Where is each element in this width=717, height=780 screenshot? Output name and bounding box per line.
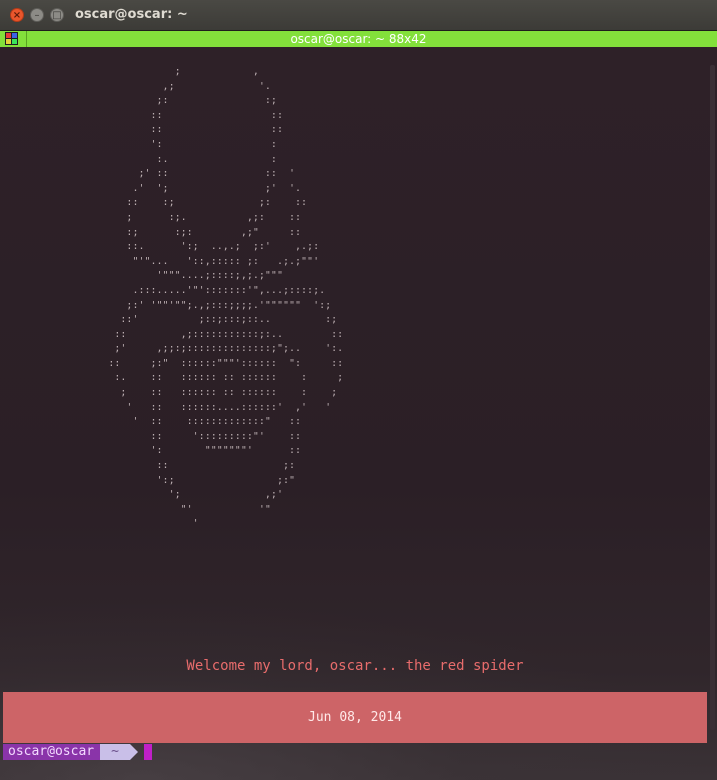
terminal-header-title: oscar@oscar: ~ 88x42 [290,32,427,46]
window-titlebar[interactable]: × – □ oscar@oscar: ~ [0,0,717,31]
minimize-icon[interactable]: – [30,8,44,22]
terminal-scrollbar[interactable] [710,65,715,730]
terminal-window: × – □ oscar@oscar: ~ oscar@oscar: ~ 88x4… [0,0,717,780]
text-cursor[interactable] [144,744,152,760]
terminal-header-bar: oscar@oscar: ~ 88x42 [0,31,717,47]
terminal-body[interactable]: ; , ,; '. ;: :; :: :: :::: ':::.: ;'… [0,47,717,780]
prompt-dir-segment: ~ [100,744,130,760]
date-text: Jun 08, 2014 [308,710,402,725]
close-icon[interactable]: × [10,8,24,22]
powerline-arrow-icon [130,744,138,760]
spider-ascii-art: ; , ,; '. ;: :; :: :: :::: ':::.: ;'… [108,66,344,530]
welcome-message: Welcome my lord, oscar... the red spider [186,658,524,674]
date-banner: Jun 08, 2014 [3,692,707,743]
maximize-icon[interactable]: □ [50,8,64,22]
prompt-user-segment: oscar@oscar [3,744,101,760]
window-title: oscar@oscar: ~ [75,7,188,22]
